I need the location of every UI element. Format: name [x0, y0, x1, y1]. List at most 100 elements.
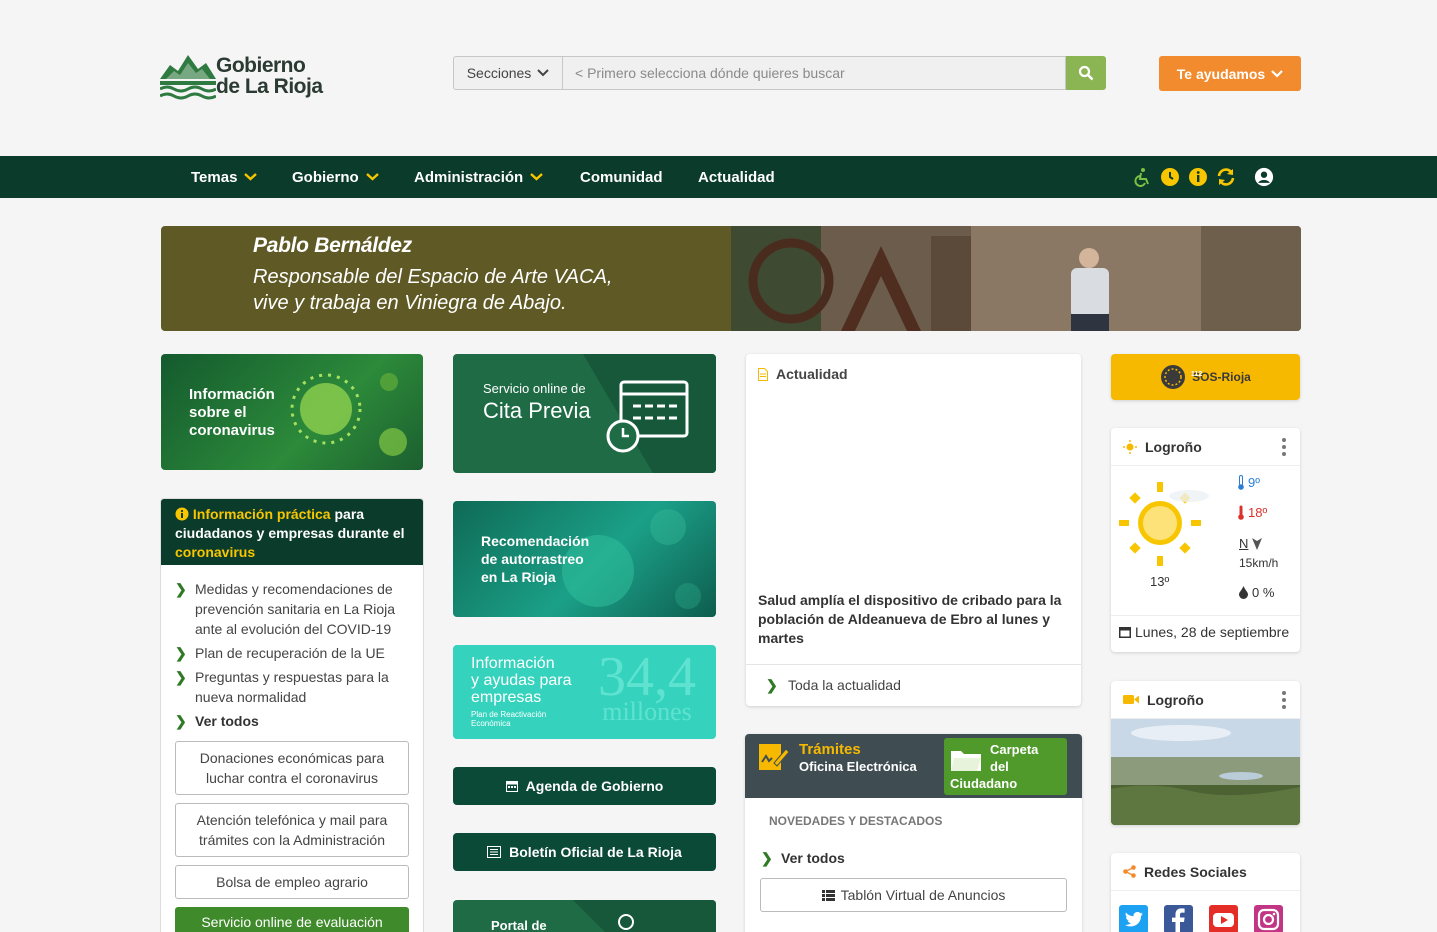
bolsa-empleo-button[interactable]: Bolsa de empleo agrario: [175, 865, 409, 899]
search-button[interactable]: [1066, 56, 1106, 90]
tablon-button[interactable]: Tablón Virtual de Anuncios: [760, 878, 1067, 912]
tramites-card: Trámites Oficina Electrónica Carpeta del…: [745, 734, 1082, 932]
nav-item-gobierno[interactable]: Gobierno: [292, 156, 379, 198]
nav-tools: [1132, 156, 1274, 198]
calendar-icon: [1119, 627, 1131, 638]
news-see-all-link[interactable]: ❯ Toda la actualidad: [746, 664, 1081, 706]
tile-portal[interactable]: Portal de: [453, 900, 716, 932]
twitter-icon[interactable]: [1119, 905, 1148, 932]
chevron-right-icon: ❯: [175, 645, 187, 661]
weather-wind-speed: 15km/h: [1239, 556, 1279, 570]
search-icon: [1078, 65, 1094, 81]
boletin-label: Boletín Oficial de La Rioja: [509, 844, 682, 860]
chevron-right-icon: ❯: [175, 581, 187, 597]
site-logo[interactable]: Gobierno de La Rioja: [160, 50, 330, 102]
tramites-header[interactable]: Trámites Oficina Electrónica Carpeta del…: [745, 734, 1082, 798]
covid-info-box: Información práctica para ciudadanos y e…: [160, 498, 424, 932]
video-camera-icon: [1123, 695, 1139, 704]
share-icon: [1123, 865, 1136, 878]
refresh-icon[interactable]: [1216, 167, 1236, 187]
info-icon[interactable]: [1188, 167, 1208, 187]
tramites-see-all-link[interactable]: ❯ Ver todos: [761, 850, 845, 867]
search-input[interactable]: [563, 56, 1066, 90]
help-button[interactable]: Te ayudamos: [1159, 56, 1301, 91]
tile-autorrastreo-text: Recomendación de autorrastreo en La Rioj…: [481, 533, 590, 585]
tile-ayudas-empresas[interactable]: Información y ayudas para empresas Plan …: [453, 645, 716, 739]
sos-badge: 112: [1191, 371, 1203, 378]
weather-menu-icon[interactable]: [1282, 438, 1286, 456]
banner-description: Responsable del Espacio de Arte VACA, vi…: [253, 266, 613, 314]
agenda-label: Agenda de Gobierno: [525, 778, 664, 794]
news-header: Actualidad: [746, 354, 1081, 394]
social-card: Redes Sociales: [1111, 853, 1300, 932]
main-nav: Temas Gobierno Administración Comunidad …: [0, 156, 1437, 198]
agenda-button[interactable]: Agenda de Gobierno: [453, 767, 716, 805]
sections-dropdown[interactable]: Secciones: [453, 56, 563, 90]
thermometer-icon: [1238, 475, 1244, 490]
banner-image-icon: [731, 226, 1301, 331]
news-headline[interactable]: Salud amplía el dispositivo de cribado p…: [758, 591, 1070, 648]
tile-coronavirus[interactable]: Información sobre el coronavirus: [161, 354, 423, 470]
info-see-all-link[interactable]: ❯ Ver todos: [175, 711, 409, 731]
wind-arrow-icon: [1252, 537, 1263, 550]
chevron-right-icon: ❯: [761, 850, 773, 866]
tile-cita-previa[interactable]: Servicio online de Cita Previa: [453, 354, 716, 473]
folder-icon: [951, 751, 981, 771]
chevron-right-icon: ❯: [175, 713, 187, 729]
clock-icon[interactable]: [1160, 167, 1180, 187]
social-header: Redes Sociales: [1111, 853, 1300, 891]
chevron-down-icon: [244, 173, 258, 181]
nav-item-temas[interactable]: Temas: [191, 156, 258, 198]
accessibility-icon[interactable]: [1132, 167, 1152, 187]
chevron-right-icon: ❯: [766, 677, 778, 693]
banner-name: Pablo Bernáldez: [253, 234, 412, 257]
user-icon[interactable]: [1254, 167, 1274, 187]
chevron-down-icon: [1271, 69, 1283, 78]
boletin-button[interactable]: Boletín Oficial de La Rioja: [453, 833, 716, 871]
thermometer-icon: [1238, 505, 1244, 520]
nav-label: Temas: [191, 168, 238, 186]
donaciones-button[interactable]: Donaciones económicas para luchar contra…: [175, 741, 409, 795]
logo-text: Gobierno de La Rioja: [216, 54, 323, 98]
tile-ayudas-amount: 34,4 millones: [598, 646, 696, 726]
chevron-down-icon: [530, 173, 543, 181]
calendar-icon: [505, 781, 518, 792]
document-icon: [758, 367, 768, 381]
webcam-image-icon[interactable]: [1111, 719, 1300, 825]
instagram-icon[interactable]: [1254, 905, 1283, 932]
tile-ayudas-text: Información y ayudas para empresas Plan …: [471, 655, 572, 728]
tile-coronavirus-text: Información sobre el coronavirus: [189, 386, 275, 439]
search-bar: Secciones: [453, 56, 1106, 90]
info-link[interactable]: ❯ Preguntas y respuestas para la nueva no…: [175, 667, 409, 707]
carpeta-ciudadano-button[interactable]: Carpeta del Ciudadano: [944, 738, 1067, 795]
info-link[interactable]: ❯ Plan de recuperación de la UE: [175, 643, 409, 663]
weather-date: Lunes, 28 de septiembre: [1111, 615, 1300, 648]
sos-rioja-button[interactable]: 112 SOS-Rioja: [1111, 354, 1300, 400]
info-box-header: Información práctica para ciudadanos y e…: [161, 499, 423, 565]
webcam-card: Logroño: [1111, 681, 1300, 825]
tile-autorrastreo[interactable]: Recomendación de autorrastreo en La Rioj…: [453, 501, 716, 617]
webcam-menu-icon[interactable]: [1282, 691, 1286, 709]
tile-cita-text: Servicio online de Cita Previa: [483, 381, 591, 423]
atencion-button[interactable]: Atención telefónica y mail para trámites…: [175, 803, 409, 857]
newspaper-icon: [487, 846, 502, 858]
nav-label: Administración: [414, 168, 524, 186]
hero-banner[interactable]: Pablo Bernáldez Responsable del Espacio …: [161, 226, 1301, 331]
sun-icon: [1123, 439, 1137, 454]
banner-text: Pablo Bernáldez Responsable del Espacio …: [161, 226, 731, 331]
evaluacion-button[interactable]: Servicio online de evaluación: [175, 907, 409, 932]
weather-card: Logroño 13º 9º 18º N 15km/h 0 % Lunes, 2…: [1111, 428, 1300, 652]
raindrop-icon: [1239, 586, 1248, 599]
weather-max-temp: 18º: [1237, 505, 1267, 520]
youtube-icon[interactable]: [1209, 905, 1238, 932]
facebook-icon[interactable]: [1164, 905, 1193, 932]
info-link[interactable]: ❯ Medidas y recomendaciones de prevención…: [175, 579, 409, 639]
chevron-down-icon: [365, 173, 379, 181]
nav-item-administracion[interactable]: Administración: [414, 156, 543, 198]
nav-item-comunidad[interactable]: Comunidad: [580, 156, 663, 198]
chevron-right-icon: ❯: [175, 669, 187, 685]
chevron-down-icon: [537, 69, 550, 77]
help-label: Te ayudamos: [1176, 65, 1266, 82]
news-card: Actualidad Salud amplía el dispositivo d…: [746, 354, 1081, 706]
nav-item-actualidad[interactable]: Actualidad: [698, 156, 775, 198]
